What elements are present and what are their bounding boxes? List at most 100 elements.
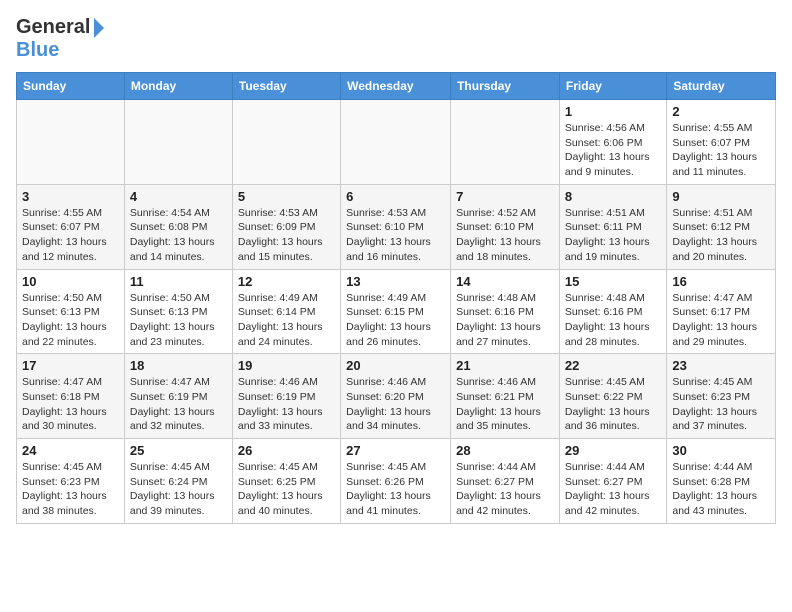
calendar-day-cell: 10 Sunrise: 4:50 AMSunset: 6:13 PMDayligh…	[17, 269, 125, 354]
day-info: Sunrise: 4:51 AMSunset: 6:11 PMDaylight:…	[565, 206, 661, 265]
day-info: Sunrise: 4:50 AMSunset: 6:13 PMDaylight:…	[22, 291, 119, 350]
day-number: 12	[238, 274, 335, 289]
weekday-header: Sunday	[17, 73, 125, 100]
day-number: 3	[22, 189, 119, 204]
day-info: Sunrise: 4:50 AMSunset: 6:13 PMDaylight:…	[130, 291, 227, 350]
logo-blue-text: Blue	[16, 39, 59, 62]
day-number: 30	[672, 443, 770, 458]
calendar-day-cell: 14 Sunrise: 4:48 AMSunset: 6:16 PMDayligh…	[451, 269, 560, 354]
day-number: 25	[130, 443, 227, 458]
day-info: Sunrise: 4:48 AMSunset: 6:16 PMDaylight:…	[565, 291, 661, 350]
calendar-day-cell: 9 Sunrise: 4:51 AMSunset: 6:12 PMDaylight…	[667, 184, 776, 269]
day-number: 24	[22, 443, 119, 458]
day-info: Sunrise: 4:46 AMSunset: 6:21 PMDaylight:…	[456, 375, 554, 434]
day-number: 28	[456, 443, 554, 458]
calendar-day-cell: 3 Sunrise: 4:55 AMSunset: 6:07 PMDaylight…	[17, 184, 125, 269]
day-number: 18	[130, 358, 227, 373]
day-number: 19	[238, 358, 335, 373]
calendar-week-row: 17Sunrise: 4:47 AMSunset: 6:18 PMDayligh…	[17, 354, 776, 439]
calendar-day-cell: 13 Sunrise: 4:49 AMSunset: 6:15 PMDayligh…	[341, 269, 451, 354]
calendar-week-row: 3 Sunrise: 4:55 AMSunset: 6:07 PMDaylight…	[17, 184, 776, 269]
calendar-day-cell: 26 Sunrise: 4:45 AMSunset: 6:25 PMDayligh…	[232, 439, 340, 524]
day-number: 1	[565, 104, 661, 119]
weekday-header: Saturday	[667, 73, 776, 100]
weekday-header: Monday	[124, 73, 232, 100]
day-info: Sunrise: 4:56 AMSunset: 6:06 PMDaylight:…	[565, 121, 661, 180]
calendar-week-row: 10 Sunrise: 4:50 AMSunset: 6:13 PMDayligh…	[17, 269, 776, 354]
day-info: Sunrise: 4:53 AMSunset: 6:09 PMDaylight:…	[238, 206, 335, 265]
day-info: Sunrise: 4:49 AMSunset: 6:15 PMDaylight:…	[346, 291, 445, 350]
calendar-day-cell: 30 Sunrise: 4:44 AMSunset: 6:28 PMDayligh…	[667, 439, 776, 524]
day-number: 14	[456, 274, 554, 289]
day-number: 27	[346, 443, 445, 458]
day-info: Sunrise: 4:44 AMSunset: 6:27 PMDaylight:…	[456, 460, 554, 519]
calendar-week-row: 24 Sunrise: 4:45 AMSunset: 6:23 PMDayligh…	[17, 439, 776, 524]
calendar-day-cell: 22 Sunrise: 4:45 AMSunset: 6:22 PMDayligh…	[559, 354, 666, 439]
calendar-day-cell: 29 Sunrise: 4:44 AMSunset: 6:27 PMDayligh…	[559, 439, 666, 524]
calendar-day-cell: 12 Sunrise: 4:49 AMSunset: 6:14 PMDayligh…	[232, 269, 340, 354]
calendar-day-cell: 20 Sunrise: 4:46 AMSunset: 6:20 PMDayligh…	[341, 354, 451, 439]
calendar-day-cell: 23Sunrise: 4:45 AMSunset: 6:23 PMDayligh…	[667, 354, 776, 439]
day-number: 5	[238, 189, 335, 204]
weekday-header: Thursday	[451, 73, 560, 100]
day-number: 29	[565, 443, 661, 458]
calendar-day-cell	[451, 100, 560, 185]
day-number: 11	[130, 274, 227, 289]
day-info: Sunrise: 4:46 AMSunset: 6:19 PMDaylight:…	[238, 375, 335, 434]
calendar-header-row: SundayMondayTuesdayWednesdayThursdayFrid…	[17, 73, 776, 100]
calendar-day-cell: 11 Sunrise: 4:50 AMSunset: 6:13 PMDayligh…	[124, 269, 232, 354]
day-info: Sunrise: 4:45 AMSunset: 6:25 PMDaylight:…	[238, 460, 335, 519]
day-number: 6	[346, 189, 445, 204]
day-number: 4	[130, 189, 227, 204]
day-info: Sunrise: 4:44 AMSunset: 6:27 PMDaylight:…	[565, 460, 661, 519]
day-info: Sunrise: 4:52 AMSunset: 6:10 PMDaylight:…	[456, 206, 554, 265]
day-number: 20	[346, 358, 445, 373]
day-info: Sunrise: 4:55 AMSunset: 6:07 PMDaylight:…	[22, 206, 119, 265]
weekday-header: Wednesday	[341, 73, 451, 100]
day-number: 22	[565, 358, 661, 373]
day-info: Sunrise: 4:55 AMSunset: 6:07 PMDaylight:…	[672, 121, 770, 180]
day-number: 15	[565, 274, 661, 289]
calendar-day-cell: 19 Sunrise: 4:46 AMSunset: 6:19 PMDayligh…	[232, 354, 340, 439]
day-info: Sunrise: 4:46 AMSunset: 6:20 PMDaylight:…	[346, 375, 445, 434]
calendar-day-cell: 4 Sunrise: 4:54 AMSunset: 6:08 PMDaylight…	[124, 184, 232, 269]
day-number: 26	[238, 443, 335, 458]
calendar-day-cell	[232, 100, 340, 185]
logo-general-text: General	[16, 16, 90, 39]
calendar-day-cell: 28 Sunrise: 4:44 AMSunset: 6:27 PMDayligh…	[451, 439, 560, 524]
day-number: 13	[346, 274, 445, 289]
day-info: Sunrise: 4:45 AMSunset: 6:23 PMDaylight:…	[22, 460, 119, 519]
calendar-week-row: 1 Sunrise: 4:56 AMSunset: 6:06 PMDaylight…	[17, 100, 776, 185]
calendar-day-cell: 2Sunrise: 4:55 AMSunset: 6:07 PMDaylight…	[667, 100, 776, 185]
day-number: 10	[22, 274, 119, 289]
day-info: Sunrise: 4:47 AMSunset: 6:19 PMDaylight:…	[130, 375, 227, 434]
calendar-day-cell	[341, 100, 451, 185]
calendar-day-cell: 15 Sunrise: 4:48 AMSunset: 6:16 PMDayligh…	[559, 269, 666, 354]
calendar-day-cell: 25 Sunrise: 4:45 AMSunset: 6:24 PMDayligh…	[124, 439, 232, 524]
day-number: 21	[456, 358, 554, 373]
calendar-day-cell: 16Sunrise: 4:47 AMSunset: 6:17 PMDayligh…	[667, 269, 776, 354]
calendar-day-cell: 5 Sunrise: 4:53 AMSunset: 6:09 PMDaylight…	[232, 184, 340, 269]
day-info: Sunrise: 4:44 AMSunset: 6:28 PMDaylight:…	[672, 460, 770, 519]
logo: General Blue	[16, 16, 104, 62]
day-info: Sunrise: 4:51 AMSunset: 6:12 PMDaylight:…	[672, 206, 770, 265]
calendar-day-cell: 7Sunrise: 4:52 AMSunset: 6:10 PMDaylight…	[451, 184, 560, 269]
day-number: 23	[672, 358, 770, 373]
day-info: Sunrise: 4:48 AMSunset: 6:16 PMDaylight:…	[456, 291, 554, 350]
calendar-day-cell	[17, 100, 125, 185]
day-info: Sunrise: 4:47 AMSunset: 6:17 PMDaylight:…	[672, 291, 770, 350]
day-info: Sunrise: 4:45 AMSunset: 6:22 PMDaylight:…	[565, 375, 661, 434]
day-info: Sunrise: 4:45 AMSunset: 6:24 PMDaylight:…	[130, 460, 227, 519]
calendar-day-cell: 6 Sunrise: 4:53 AMSunset: 6:10 PMDaylight…	[341, 184, 451, 269]
day-info: Sunrise: 4:49 AMSunset: 6:14 PMDaylight:…	[238, 291, 335, 350]
calendar-day-cell: 21 Sunrise: 4:46 AMSunset: 6:21 PMDayligh…	[451, 354, 560, 439]
calendar-table: SundayMondayTuesdayWednesdayThursdayFrid…	[16, 72, 776, 524]
calendar-day-cell: 1 Sunrise: 4:56 AMSunset: 6:06 PMDaylight…	[559, 100, 666, 185]
day-number: 9	[672, 189, 770, 204]
weekday-header: Tuesday	[232, 73, 340, 100]
calendar-day-cell: 27Sunrise: 4:45 AMSunset: 6:26 PMDayligh…	[341, 439, 451, 524]
day-info: Sunrise: 4:53 AMSunset: 6:10 PMDaylight:…	[346, 206, 445, 265]
calendar-day-cell	[124, 100, 232, 185]
day-info: Sunrise: 4:54 AMSunset: 6:08 PMDaylight:…	[130, 206, 227, 265]
calendar-day-cell: 24 Sunrise: 4:45 AMSunset: 6:23 PMDayligh…	[17, 439, 125, 524]
